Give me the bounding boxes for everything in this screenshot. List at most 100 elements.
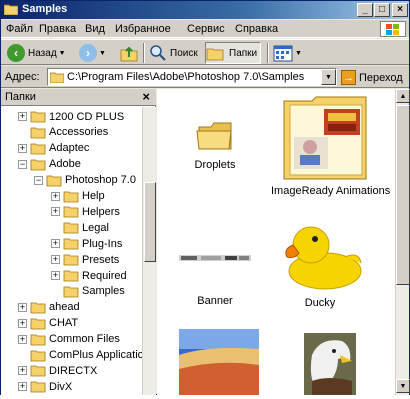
expand-icon[interactable]: +: [18, 143, 27, 153]
expand-icon[interactable]: +: [51, 191, 60, 201]
folder-icon: [195, 113, 235, 155]
expand-icon[interactable]: +: [51, 239, 60, 249]
expand-icon[interactable]: +: [18, 302, 27, 312]
menu-view[interactable]: Вид: [85, 23, 105, 35]
folders-icon: [206, 48, 224, 60]
file-item-banner[interactable]: Banner: [160, 231, 270, 307]
chevron-down-icon[interactable]: ▼: [99, 50, 106, 57]
folder-icon: [63, 286, 79, 298]
folder-up-icon: [120, 46, 138, 62]
tree-item[interactable]: +1200 CD PLUS: [18, 109, 124, 124]
folder-tree: +1200 CD PLUS Accessories + Adaptec − Adobe − P…: [1, 107, 142, 395]
address-input[interactable]: C:\Program Files\Adobe\Photoshop 7.0\Sam…: [47, 68, 337, 86]
file-item-eagle[interactable]: [273, 325, 383, 399]
tree-item[interactable]: + CHAT: [18, 316, 78, 331]
menu-tools[interactable]: Сервис: [187, 23, 225, 35]
file-view: Droplets ImageReady Animations Banner Du…: [157, 89, 395, 395]
windows-logo-icon: [380, 21, 406, 37]
scrollbar-thumb[interactable]: [144, 182, 156, 262]
tree-item[interactable]: + DIRECTX: [18, 363, 97, 378]
tree-item[interactable]: + Help: [51, 189, 105, 204]
folder-icon: [50, 72, 64, 83]
collapse-icon[interactable]: −: [34, 175, 43, 185]
close-button[interactable]: ×: [392, 3, 408, 17]
folder-icon: [63, 270, 79, 282]
go-button[interactable]: → Переход: [341, 69, 403, 86]
minimize-button[interactable]: _: [357, 3, 373, 17]
forward-button[interactable]: › ▼: [79, 42, 106, 64]
file-item-imageready-animations[interactable]: ImageReady Animations: [271, 95, 390, 197]
folder-icon: [30, 302, 46, 314]
up-folder-button[interactable]: [119, 42, 139, 64]
back-button[interactable]: ‹ Назад ▼: [7, 42, 66, 64]
expand-icon[interactable]: +: [51, 271, 60, 280]
eagle-image-thumbnail: [298, 325, 358, 395]
file-item-landscape[interactable]: [159, 325, 269, 399]
expand-icon[interactable]: +: [18, 334, 27, 344]
expand-icon[interactable]: +: [18, 382, 27, 392]
menu-help[interactable]: Справка: [235, 23, 278, 35]
tree-item[interactable]: − Adobe: [18, 157, 81, 172]
title-bar[interactable]: Samples _ □ ×: [1, 1, 409, 19]
collapse-icon[interactable]: −: [18, 159, 27, 169]
folders-button[interactable]: Папки: [205, 42, 262, 64]
scroll-up-button[interactable]: ▲: [396, 89, 410, 103]
folder-icon: [30, 365, 46, 377]
tree-item[interactable]: + ahead: [18, 300, 80, 315]
expand-icon[interactable]: +: [51, 207, 60, 217]
tree-item-label: Plug-Ins: [82, 237, 123, 250]
tree-item[interactable]: − Photoshop 7.0: [34, 173, 136, 188]
tree-item-label: CHAT: [49, 317, 79, 330]
address-dropdown-button[interactable]: ▼: [321, 69, 336, 85]
scroll-down-button[interactable]: ▼: [396, 379, 410, 393]
folder-icon: [46, 175, 62, 186]
expand-icon[interactable]: +: [51, 255, 60, 265]
tree-item[interactable]: Legal: [51, 220, 109, 235]
tree-item-label: ComPlus Applications: [49, 349, 142, 361]
tree-item[interactable]: + Required: [51, 268, 127, 283]
file-item-ducky[interactable]: Ducky: [265, 213, 375, 309]
file-item-droplets[interactable]: Droplets: [160, 113, 270, 171]
tree-item[interactable]: Samples: [51, 284, 125, 299]
address-label: Адрес:: [5, 71, 40, 83]
folder-icon: [63, 206, 79, 218]
tree-item[interactable]: + Plug-Ins: [51, 236, 122, 251]
expand-icon[interactable]: +: [18, 318, 27, 328]
expand-icon[interactable]: +: [18, 366, 27, 376]
tree-item-label: Adaptec: [49, 142, 90, 155]
tree-item-label: Photoshop 7.0: [65, 174, 136, 187]
menu-favorites[interactable]: Избранное: [115, 23, 171, 35]
scrollbar-thumb[interactable]: [396, 105, 410, 285]
tree-item[interactable]: Accessories: [18, 125, 108, 140]
toolbar-separator: [143, 43, 145, 63]
expand-icon[interactable]: +: [18, 112, 27, 121]
chevron-down-icon[interactable]: ▼: [295, 50, 302, 57]
tree-item[interactable]: + Helpers: [51, 204, 120, 219]
menu-bar: Файл Правка Вид Избранное Сервис Справка: [1, 20, 409, 38]
tree-item[interactable]: ComPlus Applications: [18, 348, 142, 363]
address-value[interactable]: C:\Program Files\Adobe\Photoshop 7.0\Sam…: [67, 71, 304, 83]
landscape-image-thumbnail: [169, 325, 259, 395]
file-item-label: Banner: [197, 295, 233, 307]
views-button[interactable]: ▼: [273, 42, 302, 64]
duck-image-thumbnail: [275, 213, 365, 293]
image-thumbnail: [179, 231, 251, 291]
maximize-button[interactable]: □: [374, 3, 390, 17]
tree-item[interactable]: + Adaptec: [18, 141, 89, 156]
file-item-label: Ducky: [304, 297, 336, 309]
tree-item[interactable]: + Common Files: [18, 332, 120, 347]
folder-icon: [30, 111, 46, 123]
chevron-down-icon[interactable]: ▼: [59, 50, 66, 57]
search-button[interactable]: Поиск: [149, 42, 198, 64]
menu-file[interactable]: Файл: [6, 23, 33, 35]
file-view-scrollbar[interactable]: ▲ ▼: [395, 89, 410, 395]
tree-item[interactable]: + DivX: [18, 379, 72, 394]
folder-icon: [30, 381, 46, 393]
close-icon[interactable]: ×: [142, 89, 150, 104]
folder-icon: [4, 4, 18, 15]
tree-item[interactable]: + Presets: [51, 252, 119, 267]
folder-tree-scrollbar[interactable]: [142, 107, 156, 395]
menu-edit[interactable]: Правка: [39, 23, 76, 35]
